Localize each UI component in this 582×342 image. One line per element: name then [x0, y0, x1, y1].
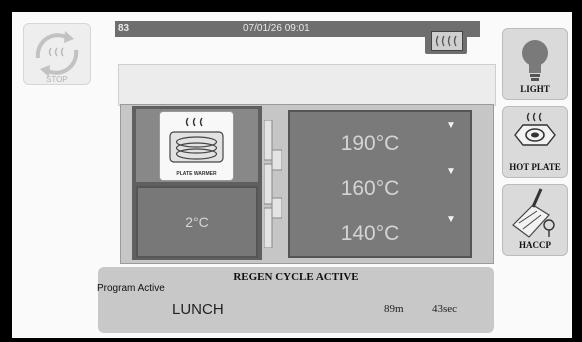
light-button[interactable]: LIGHT: [502, 28, 568, 100]
middle-zone-temp: 160°C: [340, 177, 400, 200]
stop-label: STOP: [46, 75, 68, 84]
heater-button[interactable]: [425, 26, 467, 54]
cycle-status-title: REGEN CYCLE ACTIVE: [233, 271, 359, 283]
middle-zone-fan-icon: ▼: [446, 166, 456, 177]
hot-plate-label: HOT PLATE: [509, 162, 561, 172]
cold-zone[interactable]: 2°C: [136, 186, 258, 258]
program-name: LUNCH: [172, 301, 224, 318]
slot-number: 83: [118, 23, 130, 34]
datetime-display: 07/01/26 09:01: [243, 23, 310, 34]
bottom-zone-temp: 140°C: [340, 222, 400, 245]
oven-control-screen: STOP 83 07/01/26 09:01 LIGHT HOT PLATE H…: [12, 12, 572, 338]
remaining-minutes: 89m: [384, 303, 404, 315]
plate-warmer-label: PLATE WARMER: [176, 171, 217, 177]
cycle-status-banner: REGEN CYCLE ACTIVE: [98, 267, 494, 333]
haccp-label: HACCP: [519, 240, 551, 250]
hot-plate-button[interactable]: HOT PLATE: [502, 106, 568, 178]
top-zone-temp: 190°C: [340, 132, 400, 155]
plate-warmer-button[interactable]: PLATE WARMER: [159, 111, 234, 181]
stop-button[interactable]: STOP: [23, 23, 91, 85]
stop-cycle-icon: STOP: [35, 31, 79, 84]
door-hinge: [264, 120, 282, 248]
haccp-button[interactable]: HACCP: [502, 184, 568, 256]
program-active-label: Program Active: [97, 283, 165, 294]
oven-roof: [118, 64, 496, 106]
cold-zone-temp: 2°C: [185, 214, 209, 230]
top-zone-fan-icon: ▼: [446, 120, 456, 131]
light-label: LIGHT: [520, 84, 550, 94]
oven-zone[interactable]: 190°C 160°C 140°C ▼ ▼ ▼: [288, 110, 472, 258]
heater-icon: [431, 31, 463, 51]
remaining-seconds: 43sec: [432, 303, 458, 315]
plate-warmer-icon: [169, 117, 224, 163]
bottom-zone-fan-icon: ▼: [446, 214, 456, 225]
